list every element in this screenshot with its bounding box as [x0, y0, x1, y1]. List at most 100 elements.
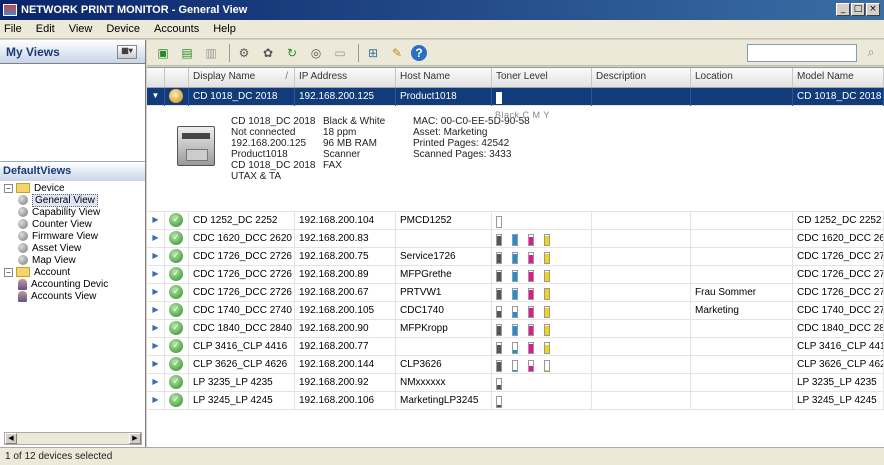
tree-item-capability-view[interactable]: Capability View: [4, 206, 144, 218]
toner-cell: [492, 87, 592, 106]
expand-row-icon[interactable]: ▶: [147, 373, 165, 392]
location-cell: [691, 373, 793, 392]
toner-bars: [496, 91, 591, 104]
table-row[interactable]: ▶ ✓ CDC 1726_DCC 2726 192.168.200.67 PRTVW1 F…: [147, 283, 884, 302]
toner-cyan-bar: [512, 323, 518, 336]
ok-status-icon: ✓: [169, 284, 183, 299]
tree-item-accounting-devices[interactable]: Accounting Devic: [4, 278, 144, 290]
ip-address-cell: 192.168.200.90: [295, 319, 396, 338]
user-icon: [18, 290, 27, 302]
collapse-icon[interactable]: −: [4, 267, 13, 277]
expand-row-icon[interactable]: ▶: [147, 301, 165, 320]
table-row-selected[interactable]: ▼ ● CD 1018_DC 2018 192.168.200.125 Prod…: [147, 87, 884, 106]
header-host-name[interactable]: Host Name: [396, 68, 492, 87]
toner-cyan-bar: [512, 233, 518, 246]
tree-item-counter-view[interactable]: Counter View: [4, 218, 144, 230]
search-input[interactable]: [747, 44, 857, 62]
toner-bars: [496, 395, 591, 408]
window-title: NETWORK PRINT MONITOR - General View: [21, 4, 248, 16]
tree-node-device[interactable]: − Device: [4, 182, 144, 194]
search-device-icon[interactable]: ◎: [306, 44, 326, 62]
toner-magenta-bar: [528, 305, 534, 318]
export-icon[interactable]: ⊞: [363, 44, 383, 62]
expand-row-icon[interactable]: ▶: [147, 337, 165, 356]
maximize-button[interactable]: □: [851, 3, 865, 16]
expand-row-icon[interactable]: ▶: [147, 355, 165, 374]
tree-item-general-view[interactable]: General View: [4, 193, 144, 207]
ok-status-icon: ✓: [169, 212, 183, 227]
expand-row-icon[interactable]: ▶: [147, 265, 165, 284]
menu-file[interactable]: File: [4, 23, 22, 35]
table-row[interactable]: ▶ ✓ LP 3245_LP 4245 192.168.200.106 Marketin…: [147, 391, 884, 410]
table-row[interactable]: ▶ ✓ CDC 1620_DCC 2620 192.168.200.83 CDC 162…: [147, 229, 884, 248]
collapse-row-icon[interactable]: ▼: [147, 87, 165, 106]
header-location[interactable]: Location: [691, 68, 793, 87]
menu-view[interactable]: View: [69, 23, 93, 35]
toolbar-separator: [358, 43, 359, 62]
tree-item-firmware-view[interactable]: Firmware View: [4, 230, 144, 242]
table-row[interactable]: ▶ ✓ LP 3235_LP 4235 192.168.200.92 NMxxxxxx L…: [147, 373, 884, 392]
display-name-cell: CDC 1726_DCC 2726: [189, 265, 295, 284]
scroll-right-icon[interactable]: ▶: [129, 433, 141, 444]
display-name-cell: LP 3235_LP 4235: [189, 373, 295, 392]
model-name-cell: CDC 1726_DCC 2726: [793, 265, 884, 284]
table-row[interactable]: ▶ ✓ CDC 1840_DCC 2840 192.168.200.90 MFPKrop…: [147, 319, 884, 338]
refresh-icon[interactable]: ↻: [282, 44, 302, 62]
collapse-icon[interactable]: −: [4, 183, 13, 193]
expand-row-icon[interactable]: ▶: [147, 319, 165, 338]
close-button[interactable]: ×: [866, 3, 880, 16]
header-model-name[interactable]: Model Name: [793, 68, 884, 87]
toner-yellow-bar: [544, 269, 550, 282]
header-ip-address[interactable]: IP Address: [295, 68, 396, 87]
model-name-cell: CDC 1726_DCC 2726: [793, 247, 884, 266]
tree-node-account[interactable]: − Account: [4, 266, 144, 278]
display-name-cell: CDC 1840_DCC 2840: [189, 319, 295, 338]
ip-address-cell: 192.168.200.89: [295, 265, 396, 284]
description-cell: [592, 247, 691, 266]
print-icon[interactable]: ▭: [330, 44, 350, 62]
view-options-icon[interactable]: ▦▾: [117, 45, 137, 59]
detail-capabilities: Black & White 18 ppm 96 MB RAM Scanner FAX: [323, 116, 386, 171]
settings-icon[interactable]: ✿: [258, 44, 278, 62]
minimize-button[interactable]: _: [836, 3, 850, 16]
table-row[interactable]: ▶ ✓ CD 1252_DC 2252 192.168.200.104 PMCD1252…: [147, 211, 884, 230]
expand-row-icon[interactable]: ▶: [147, 283, 165, 302]
horizontal-scrollbar[interactable]: ◀ ▶: [4, 432, 142, 445]
search-icon[interactable]: ⌕: [864, 45, 878, 59]
model-name-cell: LP 3245_LP 4245: [793, 391, 884, 410]
expand-row-icon[interactable]: ▶: [147, 229, 165, 248]
table-row[interactable]: ▶ ✓ CLP 3416_CLP 4416 192.168.200.77 CLP 341…: [147, 337, 884, 356]
header-display-name[interactable]: Display Name /: [189, 68, 295, 87]
table-row[interactable]: ▶ ✓ CDC 1726_DCC 2726 192.168.200.75 Service…: [147, 247, 884, 266]
menu-help[interactable]: Help: [213, 23, 236, 35]
menu-device[interactable]: Device: [106, 23, 140, 35]
tree-item-map-view[interactable]: Map View: [4, 254, 144, 266]
expand-row-icon[interactable]: ▶: [147, 247, 165, 266]
table-row[interactable]: ▶ ✓ CLP 3626_CLP 4626 192.168.200.144 CLP362…: [147, 355, 884, 374]
toner-black-bar: [496, 305, 502, 318]
tree-item-asset-view[interactable]: Asset View: [4, 242, 144, 254]
table-row[interactable]: ▶ ✓ CDC 1740_DCC 2740 192.168.200.105 CDC174…: [147, 301, 884, 320]
add-device-icon[interactable]: ▣: [153, 44, 173, 62]
toner-cell: [492, 265, 592, 284]
menu-accounts[interactable]: Accounts: [154, 23, 199, 35]
table-row[interactable]: ▶ ✓ CDC 1726_DCC 2726 192.168.200.89 MFPGret…: [147, 265, 884, 284]
remove-device-icon[interactable]: ▥: [201, 44, 221, 62]
header-description[interactable]: Description: [592, 68, 691, 87]
discover-icon[interactable]: ⚙: [234, 44, 254, 62]
ok-status-icon: ✓: [169, 374, 183, 389]
expand-row-icon[interactable]: ▶: [147, 391, 165, 410]
add-group-icon[interactable]: ▤: [177, 44, 197, 62]
expand-row-icon[interactable]: ▶: [147, 211, 165, 230]
header-expand: [147, 68, 165, 87]
tree-item-accounts-view[interactable]: Accounts View: [4, 290, 144, 302]
model-name-cell: CD 1252_DC 2252: [793, 211, 884, 230]
header-toner-level[interactable]: Toner Level: [492, 68, 592, 87]
my-views-title: My Views: [6, 44, 60, 59]
tools-icon[interactable]: ✎: [387, 44, 407, 62]
ip-address-cell: 192.168.200.104: [295, 211, 396, 230]
toner-yellow-bar: [544, 359, 550, 372]
help-icon[interactable]: ?: [411, 44, 427, 61]
menu-edit[interactable]: Edit: [36, 23, 55, 35]
scroll-left-icon[interactable]: ◀: [5, 433, 17, 444]
